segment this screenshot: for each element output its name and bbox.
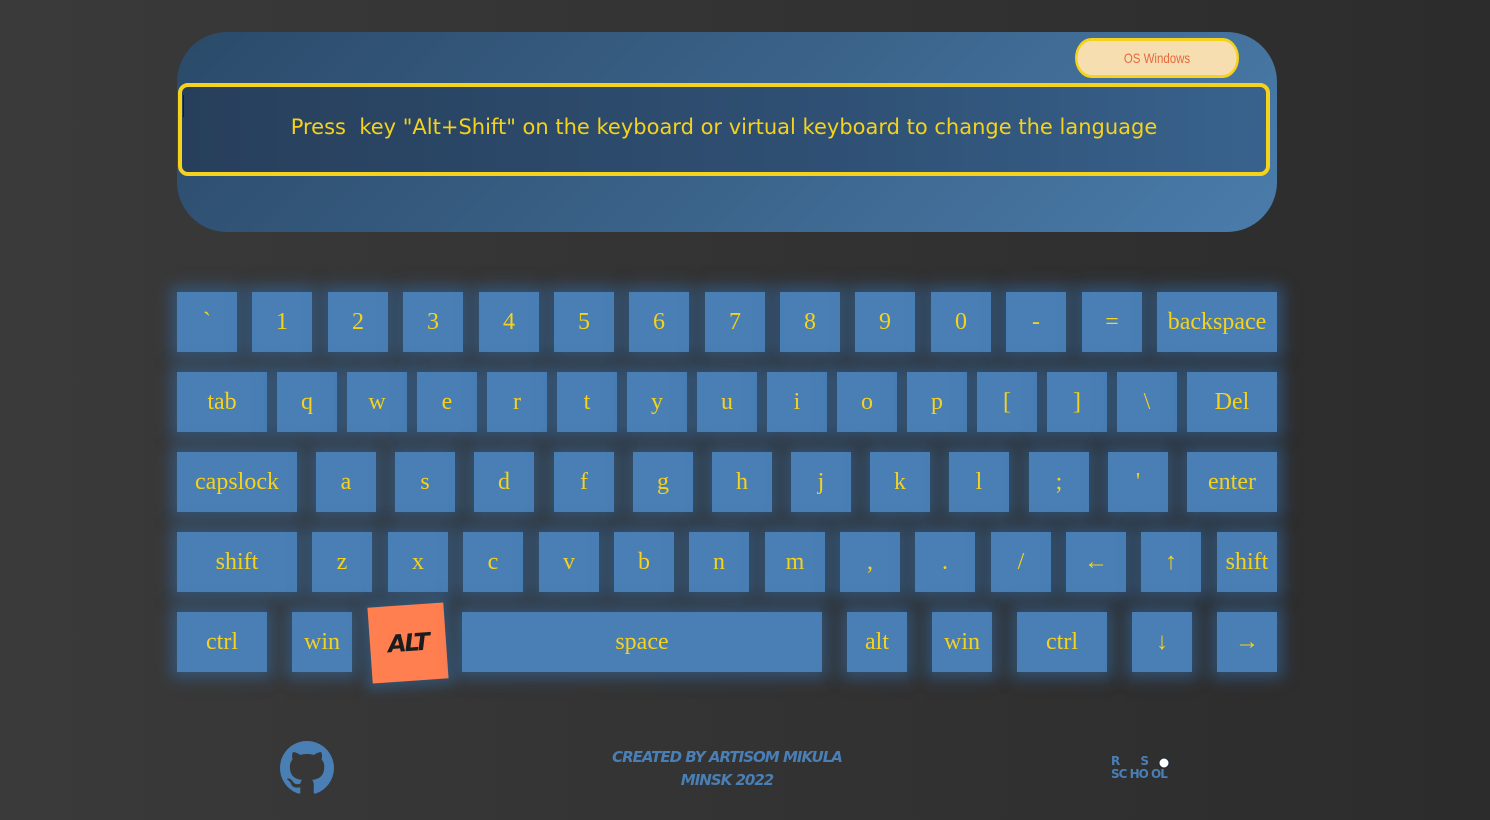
key-i[interactable]: i: [767, 372, 827, 432]
key-symbol[interactable]: ↑: [1141, 532, 1201, 592]
key-u[interactable]: u: [697, 372, 757, 432]
key-symbol[interactable]: [: [977, 372, 1037, 432]
key-symbol[interactable]: -: [1006, 292, 1066, 352]
key-symbol[interactable]: ↓: [1132, 612, 1192, 672]
key-r[interactable]: r: [487, 372, 547, 432]
key-shift[interactable]: shift: [1217, 532, 1277, 592]
logo-text-bottom: SC HO OL: [1111, 767, 1168, 781]
logo-text-top: R S: [1111, 754, 1157, 768]
key-space[interactable]: space: [462, 612, 822, 672]
key-win[interactable]: win: [932, 612, 992, 672]
author-credit: Created by Artisom Mikula Minsk 2022: [560, 746, 894, 792]
key-w[interactable]: w: [347, 372, 407, 432]
key-0[interactable]: 0: [931, 292, 991, 352]
key-l[interactable]: l: [949, 452, 1009, 512]
key-symbol[interactable]: →: [1217, 612, 1277, 672]
key-n[interactable]: n: [689, 532, 749, 592]
key-8[interactable]: 8: [780, 292, 840, 352]
key-shift[interactable]: shift: [177, 532, 297, 592]
key-ctrl[interactable]: ctrl: [1017, 612, 1107, 672]
key-y[interactable]: y: [627, 372, 687, 432]
key-symbol[interactable]: ]: [1047, 372, 1107, 432]
key-capslock[interactable]: capslock: [177, 452, 297, 512]
key-6[interactable]: 6: [629, 292, 689, 352]
key-v[interactable]: v: [539, 532, 599, 592]
key-q[interactable]: q: [277, 372, 337, 432]
key-f[interactable]: f: [554, 452, 614, 512]
key-7[interactable]: 7: [705, 292, 765, 352]
key-symbol[interactable]: /: [991, 532, 1051, 592]
key-h[interactable]: h: [712, 452, 772, 512]
key-backspace[interactable]: backspace: [1157, 292, 1277, 352]
github-icon[interactable]: [280, 741, 334, 795]
key-c[interactable]: c: [463, 532, 523, 592]
key-symbol[interactable]: ,: [840, 532, 900, 592]
key-5[interactable]: 5: [554, 292, 614, 352]
key-j[interactable]: j: [791, 452, 851, 512]
key-2[interactable]: 2: [328, 292, 388, 352]
key-1[interactable]: 1: [252, 292, 312, 352]
key-symbol[interactable]: \: [1117, 372, 1177, 432]
key-4[interactable]: 4: [479, 292, 539, 352]
key-alt[interactable]: alt: [847, 612, 907, 672]
key-tab[interactable]: tab: [177, 372, 267, 432]
key-3[interactable]: 3: [403, 292, 463, 352]
key-del[interactable]: Del: [1187, 372, 1277, 432]
key-g[interactable]: g: [633, 452, 693, 512]
key-d[interactable]: d: [474, 452, 534, 512]
key-alt-pressed[interactable]: ALT: [367, 602, 449, 684]
logo-badge-icon: [1158, 757, 1170, 769]
key-symbol[interactable]: ←: [1066, 532, 1126, 592]
key-e[interactable]: e: [417, 372, 477, 432]
key-z[interactable]: z: [312, 532, 372, 592]
virtual-keyboard: ` 1 2 3 4 5 6 7 8 9 0- = backspace tab q w e r t y u i o p[] \ De…: [0, 0, 1490, 820]
key-m[interactable]: m: [765, 532, 825, 592]
key-9[interactable]: 9: [855, 292, 915, 352]
key-o[interactable]: o: [837, 372, 897, 432]
rs-school-logo[interactable]: R S SC HO OL: [1111, 753, 1185, 783]
key-enter[interactable]: enter: [1187, 452, 1277, 512]
key-symbol[interactable]: .: [915, 532, 975, 592]
key-symbol[interactable]: ': [1108, 452, 1168, 512]
key-t[interactable]: t: [557, 372, 617, 432]
key-symbol[interactable]: ;: [1029, 452, 1089, 512]
credit-line-2: Minsk 2022: [680, 771, 774, 789]
key-symbol[interactable]: =: [1082, 292, 1142, 352]
credit-line-1: Created by Artisom Mikula: [612, 748, 843, 766]
key-s[interactable]: s: [395, 452, 455, 512]
key-ctrl[interactable]: ctrl: [177, 612, 267, 672]
key-p[interactable]: p: [907, 372, 967, 432]
key-win[interactable]: win: [292, 612, 352, 672]
key-k[interactable]: k: [870, 452, 930, 512]
key-a[interactable]: a: [316, 452, 376, 512]
key-x[interactable]: x: [388, 532, 448, 592]
key-b[interactable]: b: [614, 532, 674, 592]
key-symbol[interactable]: `: [177, 292, 237, 352]
